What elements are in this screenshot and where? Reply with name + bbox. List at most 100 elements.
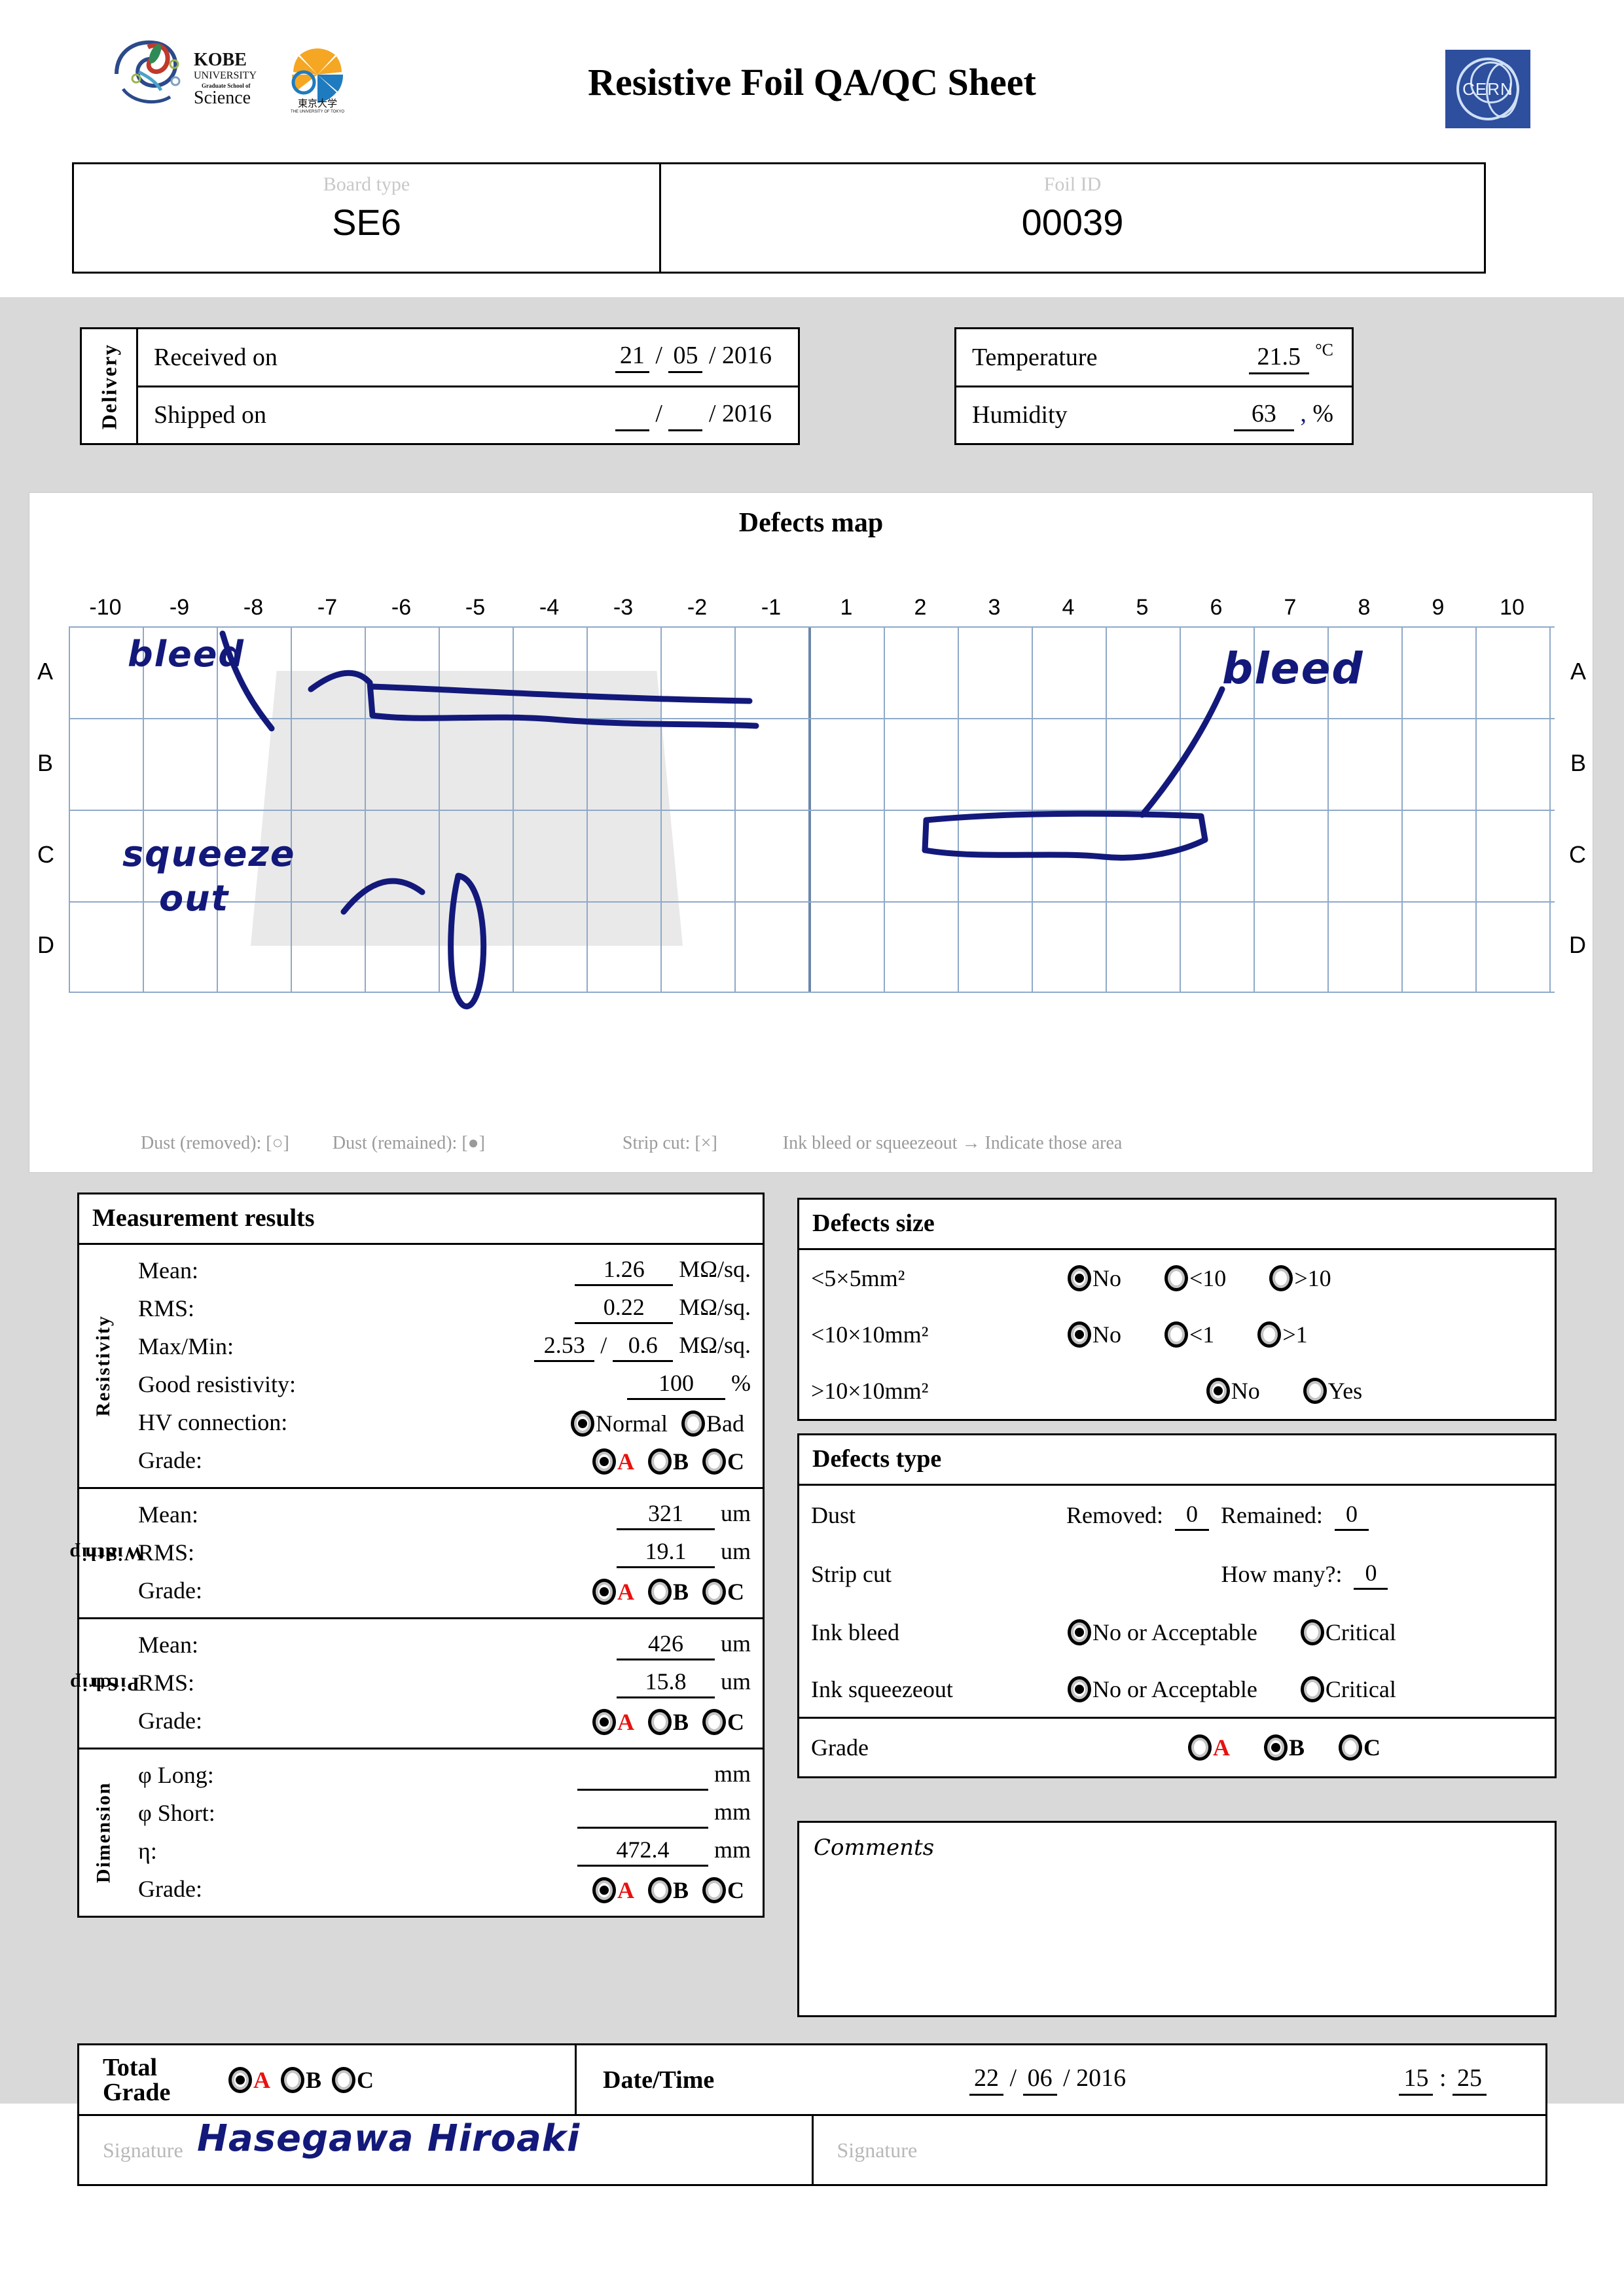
defects-size-options-10x10: No <1 >1 (1066, 1321, 1543, 1348)
dimension-grade-radio-a[interactable] (592, 1876, 616, 1903)
defects-size-10x10-radio-no[interactable] (1068, 1321, 1091, 1348)
defects-size-gt10x10-radio-no[interactable] (1206, 1378, 1230, 1404)
map-col-label: 2 (914, 595, 927, 620)
strip-width-grade-radio-a[interactable] (592, 1578, 616, 1605)
defects-size-5x5-radio-gt10[interactable] (1269, 1265, 1293, 1291)
resistivity-grade-options: A B C (324, 1445, 751, 1475)
dust-removed-input[interactable]: 0 (1174, 1500, 1209, 1531)
defects-type-grade-label-c: C (1363, 1734, 1380, 1761)
strip-width-grade-radio-c[interactable] (702, 1578, 726, 1605)
received-month-input[interactable]: 05 (668, 341, 703, 374)
ink-squeezeout-radio-acceptable[interactable] (1068, 1676, 1091, 1702)
defects-size-options-5x5: No <10 >10 (1066, 1265, 1543, 1292)
strip-width-rms-input[interactable]: 19.1 (616, 1537, 715, 1568)
ink-squeezeout-radio-critical[interactable] (1300, 1676, 1324, 1702)
defects-size-10x10-radio-lt1[interactable] (1164, 1321, 1188, 1348)
dust-remained-label: Remained: (1220, 1502, 1323, 1528)
defects-type-dust-values: Removed: 0 Remained: 0 (1066, 1500, 1543, 1531)
hv-radio-normal[interactable] (571, 1410, 595, 1437)
strip-cut-input[interactable]: 0 (1354, 1559, 1388, 1590)
ink-bleed-radio-acceptable[interactable] (1068, 1619, 1091, 1645)
received-on-row[interactable]: Received on 21 / 05 / 2016 (138, 329, 798, 386)
ink-bleed-radio-critical[interactable] (1300, 1619, 1324, 1645)
resistivity-rms-input[interactable]: 0.22 (575, 1293, 674, 1324)
resistivity-maxmin-value-wrap: 2.53 / 0.6 MΩ/sq. (324, 1331, 751, 1362)
strip-width-rms-value-wrap: 19.1 um (324, 1537, 751, 1568)
temperature-value-wrap: 21.5 °C (1248, 340, 1333, 374)
strip-width-mean-row: Mean: 321 um (128, 1496, 763, 1534)
total-grade-radio-c[interactable] (332, 2066, 356, 2093)
defects-type-grade-radio-c[interactable] (1339, 1734, 1362, 1761)
signature-cell-1[interactable]: Signature Hasegawa Hiroaki (79, 2116, 812, 2184)
strip-pitch-grade-radio-b[interactable] (647, 1708, 672, 1735)
footer-date-day-input[interactable]: 22 (969, 2064, 1003, 2096)
defects-size-5x5-radio-lt10[interactable] (1164, 1265, 1188, 1291)
resistivity-grade-radio-a[interactable] (592, 1448, 616, 1475)
shipped-day-input[interactable] (615, 399, 649, 431)
defects-size-10x10-radio-gt1[interactable] (1257, 1321, 1282, 1348)
dimension-grade-label: Grade: (138, 1876, 202, 1902)
strip-width-rms-row: RMS: 19.1 um (128, 1534, 763, 1571)
strip-pitch-grade-radio-a[interactable] (592, 1708, 616, 1735)
humidity-row[interactable]: Humidity 63 , % (956, 385, 1352, 444)
strip-pitch-label-line2: Pitch (88, 1672, 139, 1695)
defects-size-gt10x10-radio-yes[interactable] (1303, 1378, 1327, 1404)
temperature-input[interactable]: 21.5 (1248, 342, 1309, 374)
identification-row: Board type SE6 Foil ID 00039 (72, 162, 1486, 274)
strip-pitch-mean-input[interactable]: 426 (616, 1630, 715, 1660)
strip-pitch-grade-row: Grade: A B C (128, 1702, 763, 1740)
humidity-input[interactable]: 63 (1233, 399, 1294, 431)
dimension-short-input[interactable] (577, 1798, 708, 1829)
strip-width-grade-radio-b[interactable] (647, 1578, 672, 1605)
resistivity-grade-radio-b[interactable] (647, 1448, 672, 1475)
total-grade-radio-b[interactable] (281, 2066, 304, 2093)
good-resistivity-input[interactable]: 100 (627, 1369, 725, 1400)
board-type-field[interactable]: Board type SE6 (72, 162, 661, 274)
date-slash-1: / (655, 342, 662, 370)
strip-pitch-rms-input[interactable]: 15.8 (616, 1668, 715, 1698)
received-day-input[interactable]: 21 (615, 341, 649, 374)
map-col-label: 8 (1358, 595, 1371, 620)
resistivity-group: Resistivity Mean: 1.26 MΩ/sq. RMS: 0.22 … (79, 1245, 763, 1489)
map-col-label: 4 (1062, 595, 1075, 620)
defects-type-panel: Defects type Dust Removed: 0 Remained: 0… (797, 1433, 1557, 1778)
dimension-eta-input[interactable]: 472.4 (577, 1836, 708, 1867)
resistivity-min-input[interactable]: 0.6 (613, 1331, 674, 1362)
comments-text[interactable] (799, 1873, 1555, 1990)
dimension-long-input[interactable] (577, 1760, 708, 1791)
foil-id-field[interactable]: Foil ID 00039 (661, 162, 1486, 274)
resistivity-grade-label-a: A (617, 1448, 634, 1475)
map-col-label: -10 (89, 595, 122, 620)
defects-map-grid[interactable]: -10 -9 -8 -7 -6 -5 -4 -3 -2 -1 1 2 3 4 5… (37, 595, 1586, 993)
strip-pitch-label-wrap: Strip Pitch (69, 1619, 139, 1748)
defects-type-grade-radio-a[interactable] (1187, 1734, 1212, 1761)
strip-width-rms-unit: um (720, 1537, 751, 1564)
footer-time-minute-input[interactable]: 25 (1453, 2064, 1487, 2096)
dimension-grade-radio-c[interactable] (702, 1876, 726, 1903)
footer-date-month-input[interactable]: 06 (1022, 2064, 1057, 2096)
footer-date-year: 2016 (1076, 2064, 1127, 2092)
temperature-row[interactable]: Temperature 21.5 °C (956, 329, 1352, 386)
total-grade-radio-a[interactable] (228, 2066, 252, 2093)
foil-outline-shape (251, 671, 683, 946)
dimension-grade-radio-b[interactable] (647, 1876, 672, 1903)
resistivity-mean-input[interactable]: 1.26 (575, 1255, 674, 1286)
strip-pitch-grade-radio-c[interactable] (702, 1708, 726, 1735)
hv-radio-bad[interactable] (681, 1410, 705, 1437)
shipped-month-input[interactable] (668, 399, 703, 431)
defects-type-ink-bleed-label: Ink bleed (811, 1619, 899, 1645)
strip-pitch-group: Strip Pitch Mean: 426 um RMS: 15.8 um Gr… (69, 1619, 763, 1749)
resistivity-grade-radio-c[interactable] (702, 1448, 726, 1475)
resistivity-max-input[interactable]: 2.53 (534, 1331, 595, 1362)
signature-cell-2[interactable]: Signature (811, 2116, 1546, 2184)
comments-panel[interactable]: Comments (797, 1821, 1557, 2017)
defects-size-5x5-radio-no[interactable] (1068, 1265, 1091, 1291)
resistivity-label-wrap: Resistivity (79, 1245, 128, 1487)
dust-remained-input[interactable]: 0 (1334, 1500, 1369, 1531)
good-resistivity-row: Good resistivity: 100 % (128, 1365, 763, 1403)
strip-width-mean-input[interactable]: 321 (616, 1499, 715, 1530)
footer-time-hour-input[interactable]: 15 (1399, 2064, 1434, 2096)
map-col-label: -2 (687, 595, 708, 620)
defects-type-grade-radio-b[interactable] (1263, 1734, 1288, 1761)
shipped-on-row[interactable]: Shipped on / / 2016 (138, 385, 798, 444)
